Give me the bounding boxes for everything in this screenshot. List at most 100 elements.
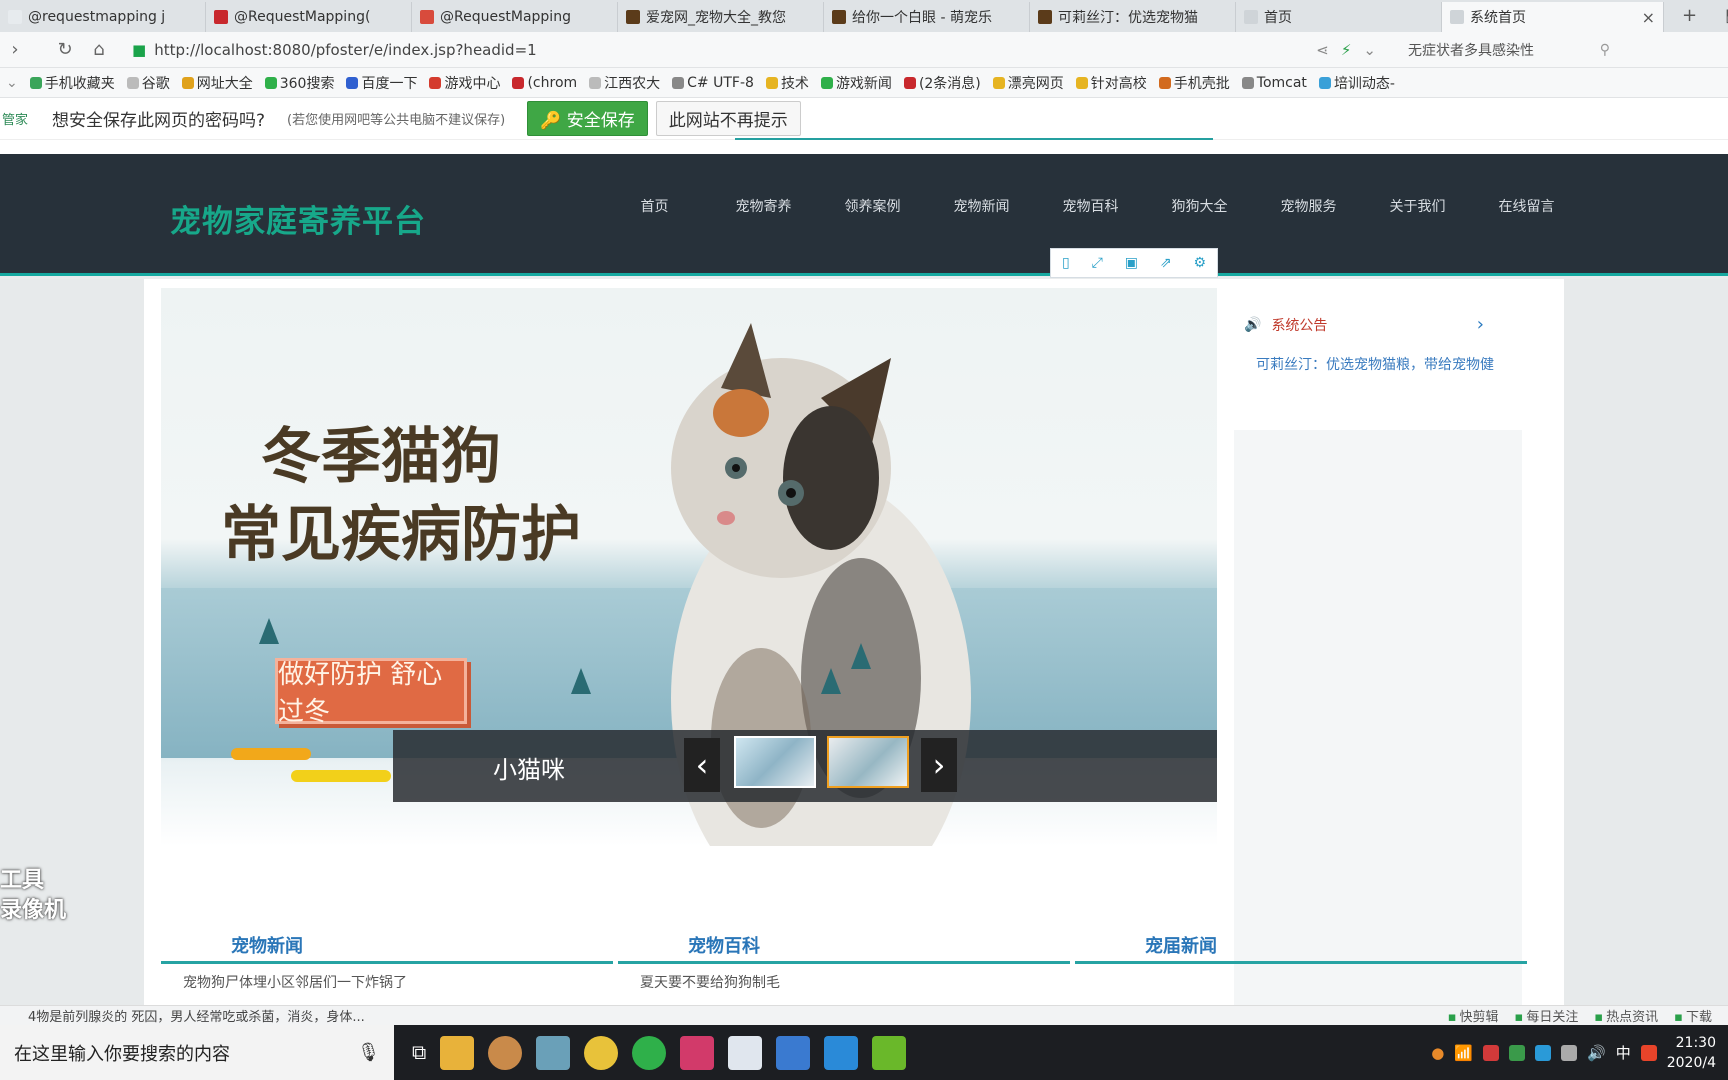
tray-icon[interactable] — [1535, 1044, 1552, 1061]
tab-label: @requestmapping j — [28, 9, 166, 25]
app-icon[interactable] — [584, 1035, 619, 1070]
bookmark-item[interactable]: 江西农大 — [589, 73, 660, 93]
status-tool-item[interactable]: ▪ 快剪辑 — [1448, 1006, 1499, 1025]
close-tab-icon[interactable]: × — [1642, 8, 1655, 27]
browser-360-icon[interactable] — [632, 1035, 667, 1070]
nav-item[interactable]: 领养案例 — [818, 196, 927, 216]
banner-tree — [259, 618, 279, 644]
photos-icon[interactable] — [824, 1035, 859, 1070]
browser-tab[interactable]: 系统首页 × — [1442, 2, 1664, 32]
tray-icon[interactable] — [1483, 1044, 1500, 1061]
bookmark-item[interactable]: 针对高校 — [1075, 73, 1147, 93]
save-password-button[interactable]: 🔑 安全保存 — [527, 101, 648, 136]
bookmark-chevron-icon[interactable]: ⌄ — [6, 75, 18, 91]
bookmark-item[interactable]: (chrom — [512, 75, 577, 91]
chevron-right-icon[interactable]: › — [1477, 314, 1484, 335]
carousel-prev-button[interactable]: ‹ — [684, 738, 720, 792]
share-out-icon[interactable]: ⇗ — [1160, 255, 1172, 271]
site-logo[interactable]: 宠物家庭寄养平台 — [170, 196, 426, 241]
search-input[interactable]: 无症状者多具感染性 ⚲ — [1392, 37, 1622, 63]
section-title[interactable]: 宠届新闻 — [1075, 930, 1527, 964]
browser-tab[interactable]: 给你一个白眼 - 萌宠乐 — [824, 2, 1030, 32]
status-tool-item[interactable]: ▪ 热点资讯 — [1594, 1006, 1658, 1025]
bookmark-item[interactable]: Tomcat — [1241, 75, 1307, 91]
nav-item[interactable]: 宠物新闻 — [927, 196, 1036, 216]
speed-icon[interactable]: ⚡ — [1341, 41, 1352, 59]
nav-item[interactable]: 狗狗大全 — [1145, 196, 1254, 216]
new-tab-icon[interactable]: + — [1682, 5, 1697, 26]
browser-tab[interactable]: 爱宠网_宠物大全_教您 — [618, 2, 824, 32]
tray-icon[interactable]: ● — [1431, 1044, 1444, 1062]
bookmark-item[interactable]: 漂亮网页 — [992, 73, 1064, 93]
url-field[interactable]: ■ http://localhost:8080/pfoster/e/index.… — [132, 37, 1392, 63]
tray-icon[interactable] — [1509, 1044, 1526, 1061]
dropdown-chevron-icon[interactable]: ⌄ — [1363, 41, 1376, 59]
section-item[interactable]: 宠物狗尸体埋小区邻居们一下炸锅了 — [161, 964, 613, 992]
section-title[interactable]: 宠物新闻 — [161, 930, 613, 964]
status-tool-item[interactable]: ▪ 每日关注 — [1515, 1006, 1579, 1025]
carousel-thumbnail-active[interactable] — [827, 736, 909, 788]
section-item[interactable] — [1075, 964, 1527, 972]
bookmark-item[interactable]: 游戏中心 — [429, 73, 500, 93]
status-tool-item[interactable]: ▪ 下载 — [1674, 1006, 1712, 1025]
browser-tab[interactable]: @requestmapping j — [0, 2, 206, 32]
bookmark-item[interactable]: 技术 — [765, 73, 809, 93]
settings-gear-icon[interactable]: ⚙ — [1193, 255, 1206, 271]
file-explorer-icon[interactable] — [440, 1035, 475, 1070]
nav-item[interactable]: 在线留言 — [1472, 196, 1581, 216]
app-icon[interactable] — [488, 1035, 523, 1070]
fullscreen-icon[interactable]: ⤢ — [1092, 255, 1103, 271]
nvidia-icon[interactable] — [872, 1035, 907, 1070]
intellij-icon[interactable] — [680, 1035, 715, 1070]
bookmark-label: 游戏中心 — [444, 75, 501, 92]
bookmark-icon[interactable]: ▯ — [1062, 255, 1070, 271]
nav-item[interactable]: 宠物百科 — [1036, 196, 1145, 216]
ime-indicator[interactable]: 中 — [1616, 1042, 1631, 1063]
microphone-icon[interactable]: 🎙 — [357, 1042, 380, 1063]
app-icon[interactable] — [776, 1035, 811, 1070]
section-title[interactable]: 宠物百科 — [618, 930, 1070, 964]
save-icon[interactable]: ▣ — [1125, 255, 1138, 271]
taskbar-search-input[interactable]: 在这里输入你要搜索的内容 🎙 — [0, 1025, 394, 1080]
notice-header[interactable]: 🔊 系统公告 › — [1244, 314, 1484, 335]
clock[interactable]: 21:30 2020/4 — [1667, 1033, 1720, 1073]
reload-icon[interactable]: ↻ — [50, 39, 80, 60]
bookmark-item[interactable]: C# UTF-8 — [672, 75, 754, 91]
bookmark-item[interactable]: 百度一下 — [346, 73, 417, 93]
share-icon[interactable]: ⋖ — [1316, 41, 1329, 59]
search-icon[interactable]: ⚲ — [1600, 42, 1610, 58]
home-icon[interactable]: ⌂ — [84, 39, 114, 60]
status-news-ticker[interactable]: 4物是前列腺炎的 死囚，男人经常吃或杀菌，消炎，身体... — [28, 1006, 365, 1025]
section-item[interactable]: 夏天要不要给狗狗制毛 — [618, 964, 1070, 992]
tray-icon[interactable] — [1561, 1044, 1578, 1061]
bookmark-item[interactable]: 手机收藏夹 — [29, 73, 115, 93]
taskbar-apps: ⧉ — [412, 1035, 907, 1070]
bookmark-item[interactable]: 网址大全 — [181, 73, 253, 93]
never-remind-button[interactable]: 此网站不再提示 — [655, 101, 801, 136]
bookmark-item[interactable]: 培训动态- — [1318, 73, 1395, 93]
notice-item[interactable]: 可莉丝汀：优选宠物猫粮，带给宠物健 — [1256, 354, 1494, 374]
tray-icon[interactable] — [1640, 1044, 1657, 1061]
bookmark-item[interactable]: 谷歌 — [126, 73, 170, 93]
browser-tab[interactable]: 首页 — [1236, 2, 1442, 32]
status-tools: ▪ 快剪辑 ▪ 每日关注 ▪ 热点资讯 ▪ 下载 — [1448, 1006, 1728, 1025]
bookmark-item[interactable]: 手机壳批 — [1158, 73, 1230, 93]
carousel-thumbnail[interactable] — [734, 736, 816, 788]
wifi-icon[interactable]: 📶 — [1454, 1044, 1473, 1062]
app-icon[interactable] — [536, 1035, 571, 1070]
nav-item[interactable]: 首页 — [600, 196, 709, 216]
nav-item[interactable]: 关于我们 — [1363, 196, 1472, 216]
volume-icon[interactable]: 🔊 — [1587, 1044, 1606, 1062]
nav-item[interactable]: 宠物寄养 — [709, 196, 818, 216]
browser-tab[interactable]: @RequestMapping( — [206, 2, 412, 32]
bookmark-item[interactable]: (2条消息) — [903, 73, 981, 93]
bookmark-item[interactable]: 游戏新闻 — [820, 73, 892, 93]
browser-tab[interactable]: 可莉丝汀：优选宠物猫 — [1030, 2, 1236, 32]
task-view-icon[interactable]: ⧉ — [412, 1036, 426, 1070]
forward-icon[interactable]: › — [0, 39, 30, 60]
browser-tab[interactable]: @RequestMapping — [412, 2, 618, 32]
carousel-next-button[interactable]: › — [921, 738, 957, 792]
nav-item[interactable]: 宠物服务 — [1254, 196, 1363, 216]
bookmark-item[interactable]: 360搜索 — [264, 73, 334, 93]
app-icon[interactable] — [728, 1035, 763, 1070]
